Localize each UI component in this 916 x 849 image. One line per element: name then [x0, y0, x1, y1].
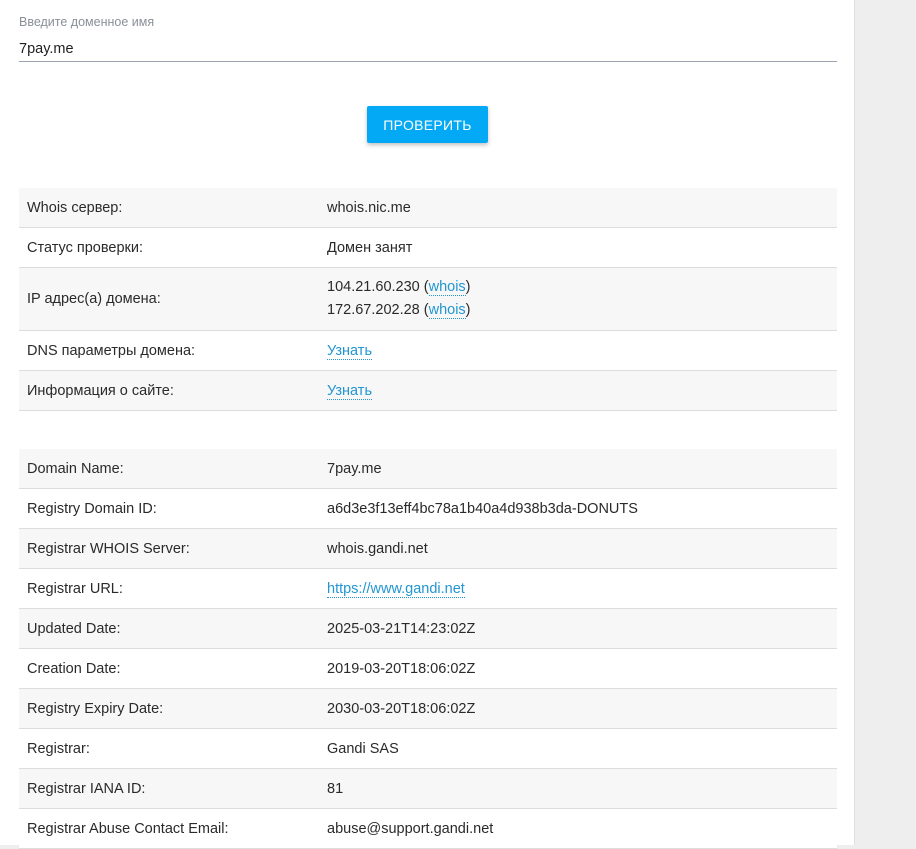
table-row: Registrar IANA ID: 81 — [19, 768, 837, 809]
dns-check-link[interactable]: Узнать — [327, 342, 372, 360]
row-value: 7pay.me — [319, 449, 837, 489]
table-row: DNS параметры домена: Узнать — [19, 330, 837, 371]
table-row: Информация о сайте: Узнать — [19, 370, 837, 411]
ip-address: 172.67.202.28 — [327, 302, 420, 318]
site-info-link[interactable]: Узнать — [327, 382, 372, 400]
whois-link[interactable]: whois — [428, 279, 466, 296]
row-key: Registrar Abuse Contact Email: — [19, 808, 319, 849]
whois-link[interactable]: whois — [428, 302, 466, 319]
table-row: Registrar URL: https://www.gandi.net — [19, 568, 837, 609]
row-value: a6d3e3f13eff4bc78a1b40a4d938b3da-DONUTS — [319, 488, 837, 529]
row-value: https://www.gandi.net — [319, 568, 837, 609]
domain-input[interactable] — [19, 36, 837, 62]
table-row: IP адрес(а) домена: 104.21.60.230 (whois… — [19, 267, 837, 331]
row-key: DNS параметры домена: — [19, 330, 319, 371]
paren-open: ( — [419, 279, 429, 295]
row-value: whois.nic.me — [319, 188, 837, 228]
row-value: 81 — [319, 768, 837, 809]
row-value: 2025-03-21T14:23:02Z — [319, 608, 837, 649]
table-row: Registry Expiry Date: 2030-03-20T18:06:0… — [19, 688, 837, 729]
paren-close: ) — [465, 302, 471, 318]
ip-address-line: 172.67.202.28 (whois) — [327, 299, 829, 322]
row-key: Creation Date: — [19, 648, 319, 689]
table-row: Whois сервер: whois.nic.me — [19, 188, 837, 228]
registrar-url-link[interactable]: https://www.gandi.net — [327, 580, 465, 598]
ip-address: 104.21.60.230 — [327, 279, 420, 295]
row-value: abuse@support.gandi.net — [319, 808, 837, 849]
row-value: 2030-03-20T18:06:02Z — [319, 688, 837, 729]
row-key: Registry Expiry Date: — [19, 688, 319, 729]
table-row: Creation Date: 2019-03-20T18:06:02Z — [19, 648, 837, 689]
row-key: Registrar WHOIS Server: — [19, 528, 319, 569]
row-value: Узнать — [319, 330, 837, 371]
row-value: Узнать — [319, 370, 837, 411]
row-key: Registrar IANA ID: — [19, 768, 319, 809]
row-value: 2019-03-20T18:06:02Z — [319, 648, 837, 689]
domain-field-label: Введите доменное имя — [19, 15, 155, 29]
row-value: 104.21.60.230 (whois) 172.67.202.28 (who… — [319, 267, 837, 331]
table-row: Registrar: Gandi SAS — [19, 728, 837, 769]
table-row: Registrar WHOIS Server: whois.gandi.net — [19, 528, 837, 569]
row-key: Updated Date: — [19, 608, 319, 649]
row-key: Registry Domain ID: — [19, 488, 319, 529]
row-key: Информация о сайте: — [19, 370, 319, 411]
row-value: Домен занят — [319, 227, 837, 268]
whois-data-table: Domain Name: 7pay.me Registry Domain ID:… — [19, 449, 837, 849]
main-panel: Введите доменное имя ПРОВЕРИТЬ Whois сер… — [0, 0, 855, 849]
row-key: Whois сервер: — [19, 188, 319, 228]
check-button[interactable]: ПРОВЕРИТЬ — [367, 106, 488, 143]
check-results-table: Whois сервер: whois.nic.me Статус провер… — [19, 188, 837, 411]
row-key: Статус проверки: — [19, 227, 319, 268]
table-row: Registrar Abuse Contact Email: abuse@sup… — [19, 808, 837, 849]
row-key: Registrar: — [19, 728, 319, 769]
table-row: Registry Domain ID: a6d3e3f13eff4bc78a1b… — [19, 488, 837, 529]
paren-close: ) — [465, 279, 471, 295]
row-key: Registrar URL: — [19, 568, 319, 609]
table-row: Domain Name: 7pay.me — [19, 449, 837, 489]
row-value: whois.gandi.net — [319, 528, 837, 569]
row-value: Gandi SAS — [319, 728, 837, 769]
table-row: Статус проверки: Домен занят — [19, 227, 837, 268]
row-key: IP адрес(а) домена: — [19, 267, 319, 331]
table-row: Updated Date: 2025-03-21T14:23:02Z — [19, 608, 837, 649]
ip-address-line: 104.21.60.230 (whois) — [327, 276, 829, 299]
paren-open: ( — [419, 302, 429, 318]
row-key: Domain Name: — [19, 449, 319, 489]
